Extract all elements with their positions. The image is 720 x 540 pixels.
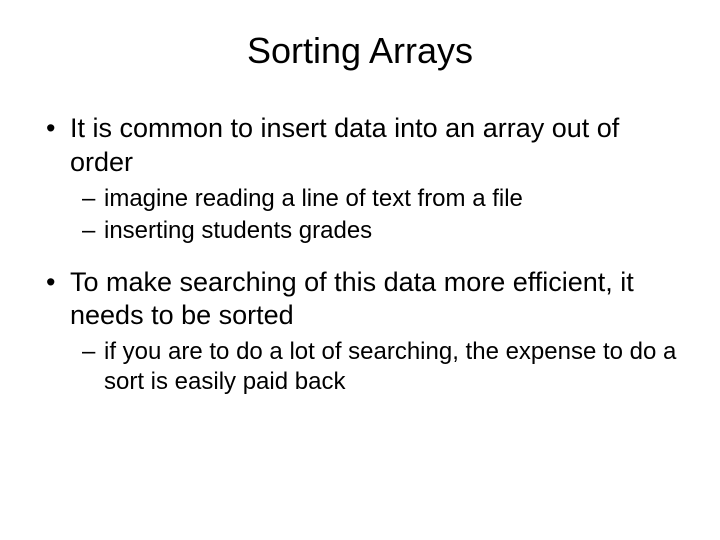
slide-title: Sorting Arrays xyxy=(40,30,680,72)
sub-bullet-text: imagine reading a line of text from a fi… xyxy=(104,184,680,214)
sub-bullet-item: – if you are to do a lot of searching, t… xyxy=(44,337,680,397)
slide-content: • It is common to insert data into an ar… xyxy=(40,112,680,397)
bullet-disc-icon: • xyxy=(44,266,70,300)
sub-bullet-item: – imagine reading a line of text from a … xyxy=(44,184,680,214)
bullet-dash-icon: – xyxy=(82,337,104,367)
bullet-dash-icon: – xyxy=(82,216,104,246)
bullet-text: It is common to insert data into an arra… xyxy=(70,112,680,180)
sub-bullet-text: inserting students grades xyxy=(104,216,680,246)
spacer xyxy=(44,248,680,266)
bullet-dash-icon: – xyxy=(82,184,104,214)
sub-bullet-text: if you are to do a lot of searching, the… xyxy=(104,337,680,397)
bullet-disc-icon: • xyxy=(44,112,70,146)
bullet-item: • To make searching of this data more ef… xyxy=(44,266,680,334)
bullet-text: To make searching of this data more effi… xyxy=(70,266,680,334)
bullet-item: • It is common to insert data into an ar… xyxy=(44,112,680,180)
sub-bullet-item: – inserting students grades xyxy=(44,216,680,246)
